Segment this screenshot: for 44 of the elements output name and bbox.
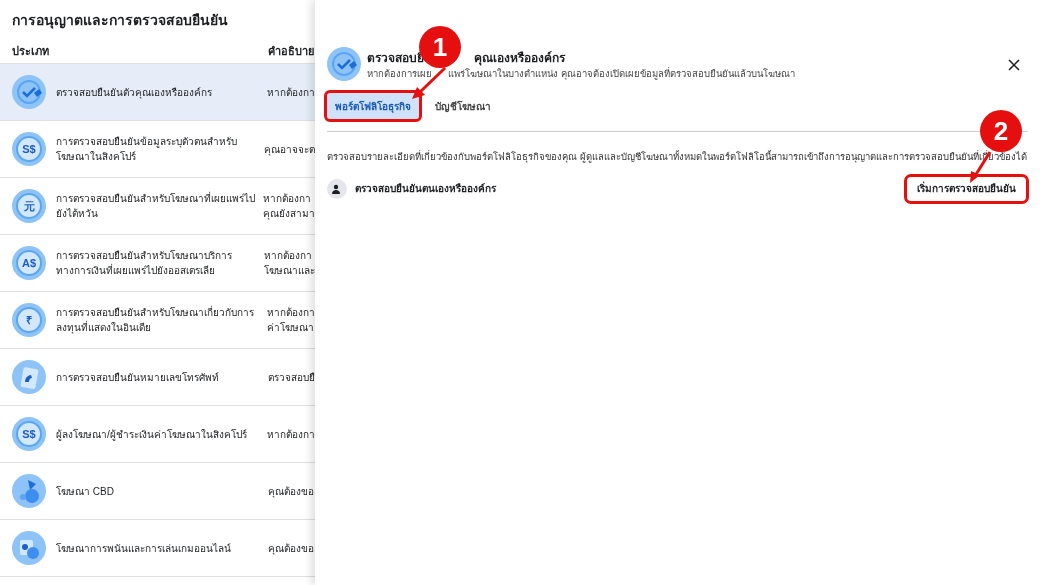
description-text: คุณอาจจะต bbox=[264, 142, 315, 157]
description-text: ค่าโฆษณา bbox=[267, 321, 315, 335]
panel-subtitle: แพร่โฆษณาในบางตำแหน่ง คุณอาจต้องเปิดเผยข้อมูลที่ตรวจสอบยืนยันแล้วบนโฆษณา bbox=[448, 67, 795, 82]
panel-subtitle: หากต้องการเผย bbox=[367, 67, 432, 81]
leaf-coin-icon bbox=[12, 474, 46, 508]
close-icon[interactable] bbox=[1008, 59, 1020, 71]
page-title: การอนุญาตและการตรวจสอบยืนยัน bbox=[11, 11, 229, 31]
column-header: คำอธิบาย bbox=[268, 44, 314, 60]
currency-icon: S$ bbox=[12, 132, 46, 166]
type-name: การตรวจสอบยืนยันสำหรับโฆษณาเกี่ยวกับการลงทุนที่แสดงในอินเดีย bbox=[56, 305, 255, 335]
description-text: หากต้องกา bbox=[267, 427, 315, 442]
check-badge-icon bbox=[12, 75, 46, 109]
tab[interactable]: พอร์ตโฟลิโอธุรกิจ bbox=[327, 93, 419, 120]
type-row[interactable]: ตรวจสอบยืนยันตัวคุณเองหรือองค์กร หากต้องกา bbox=[0, 64, 315, 121]
verification-label: ตรวจสอบยืนยันตนเองหรือองค์กร bbox=[355, 182, 497, 196]
description-text: โฆษณาและ bbox=[264, 264, 315, 278]
description-text: คุณต้องขอ bbox=[268, 541, 314, 556]
currency-icon: ₹ bbox=[12, 303, 46, 337]
type-name: โฆษณาการพนันและการเล่นเกมออนไลน์ bbox=[56, 541, 231, 556]
column-header: ประเภท bbox=[11, 44, 50, 60]
description-text: หากต้องกา bbox=[263, 192, 312, 206]
description-text: ตรวจสอบยื bbox=[268, 370, 315, 385]
cards-coin-icon bbox=[12, 531, 46, 565]
check-badge-icon bbox=[327, 47, 361, 81]
type-name: ตรวจสอบยืนยันตัวคุณเองหรือองค์กร bbox=[56, 85, 212, 100]
start-verification-button[interactable]: เริ่มการตรวจสอบยืนยัน bbox=[907, 176, 1026, 201]
type-name: การตรวจสอบยืนยันข้อมูลระบุตัวตนสำหรับโฆษณาในสิงคโปร์ bbox=[56, 135, 238, 164]
type-name: การตรวจสอบยืนยันหมายเลขโทรศัพท์ bbox=[56, 370, 219, 385]
currency-icon: 元 bbox=[12, 189, 46, 223]
description-text: หากต้องกา bbox=[264, 249, 313, 263]
description-text: คุณต้องขอ bbox=[268, 484, 314, 499]
type-name: การตรวจสอบยืนยันสำหรับโฆษณาที่เผยแพร่ไปยังไต้หวัน bbox=[56, 191, 255, 221]
description-text: หากต้องกา bbox=[267, 306, 315, 320]
panel-title: ตรวจสอบยื bbox=[367, 50, 424, 67]
phone-icon bbox=[12, 360, 46, 394]
type-name: ผู้ลงโฆษณา/ผู้ชำระเงินค่าโฆษณาในสิงคโปร์ bbox=[56, 427, 247, 442]
currency-icon: A$ bbox=[12, 246, 46, 280]
person-icon bbox=[327, 178, 347, 199]
type-name: การตรวจสอบยืนยันสำหรับโฆษณาบริการทางการเงินที่เผยแพร่ไปยังออสเตรเลีย bbox=[56, 249, 233, 278]
description-text: หากต้องกา bbox=[267, 85, 315, 100]
panel-title: คุณเองหรือองค์กร bbox=[474, 50, 565, 67]
currency-icon: S$ bbox=[12, 417, 46, 451]
description-text: คุณยังสามา bbox=[263, 207, 315, 221]
type-name: โฆษณา CBD bbox=[56, 484, 114, 499]
